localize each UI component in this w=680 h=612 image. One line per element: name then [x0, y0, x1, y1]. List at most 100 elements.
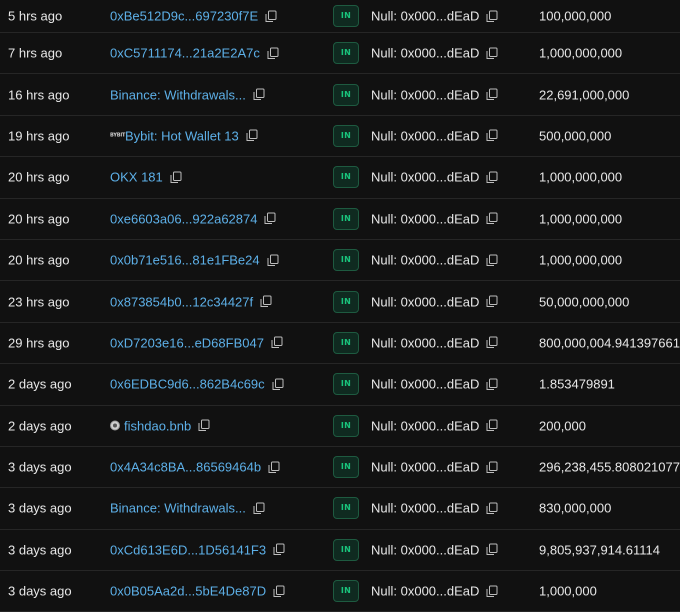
- age-cell: 3 days ago: [8, 459, 72, 475]
- copy-icon[interactable]: [264, 212, 276, 225]
- copy-icon[interactable]: [486, 585, 498, 597]
- from-address-link[interactable]: Bybit: Hot Wallet 13: [125, 128, 239, 143]
- quantity-cell: 500,000,000: [539, 128, 612, 144]
- copy-icon[interactable]: [486, 212, 498, 225]
- from-address-link[interactable]: 0xCd613E6D...1D56141F3: [110, 542, 266, 557]
- to-address: Null: 0x000...dEaD: [371, 169, 480, 185]
- in-badge: IN: [333, 538, 359, 561]
- to-cell: Null: 0x000...dEaD: [371, 87, 498, 102]
- in-badge: IN: [333, 497, 359, 520]
- token-transfers-table: 5 hrs ago 0xBe512D9c...697230f7E IN Null: 0…: [0, 0, 680, 612]
- copy-icon[interactable]: [486, 47, 498, 59]
- from-cell: BYBIT Bybit: Hot Wallet 13: [110, 128, 258, 143]
- copy-icon[interactable]: [486, 461, 498, 473]
- quantity-cell: 22,691,000,000: [539, 87, 630, 103]
- to-address: Null: 0x000...dEaD: [371, 418, 480, 434]
- copy-icon[interactable]: [486, 88, 498, 101]
- copy-icon[interactable]: [271, 336, 283, 349]
- table-row: 20 hrs ago 0x0b71e516...81e1FBe24 IN Null: …: [0, 240, 680, 282]
- copy-icon[interactable]: [260, 295, 272, 308]
- direction-cell: IN: [333, 207, 359, 230]
- copy-icon[interactable]: [272, 378, 284, 390]
- copy-icon[interactable]: [253, 502, 265, 514]
- copy-icon[interactable]: [246, 129, 258, 142]
- table-row: 29 hrs ago 0xD7203e16...eD68FB047 IN Null: …: [0, 323, 680, 365]
- copy-icon[interactable]: [267, 254, 279, 266]
- copy-icon[interactable]: [265, 10, 277, 22]
- from-cell: 0x873854b0...12c34427f: [110, 294, 272, 309]
- to-address: Null: 0x000...dEaD: [371, 583, 480, 599]
- to-cell: Null: 0x000...dEaD: [371, 46, 498, 61]
- to-address: Null: 0x000...dEaD: [371, 335, 480, 351]
- copy-icon[interactable]: [486, 129, 498, 142]
- table-row: 7 hrs ago 0xC5711174...21a2E2A7c IN Null: 0…: [0, 33, 680, 75]
- age-cell: 19 hrs ago: [8, 128, 70, 144]
- from-address-link[interactable]: 0x6EDBC9d6...862B4c69c: [110, 377, 265, 392]
- age-cell: 5 hrs ago: [8, 8, 63, 24]
- direction-cell: IN: [333, 249, 359, 272]
- from-address-link[interactable]: 0xD7203e16...eD68FB047: [110, 335, 264, 350]
- to-address: Null: 0x000...dEaD: [371, 459, 480, 475]
- in-badge: IN: [333, 124, 359, 147]
- table-row: 20 hrs ago 0xe6603a06...922a62874 IN Null: …: [0, 199, 680, 240]
- to-address: Null: 0x000...dEaD: [371, 211, 480, 227]
- copy-icon[interactable]: [273, 585, 285, 597]
- in-badge: IN: [333, 580, 359, 603]
- in-badge: IN: [333, 414, 359, 437]
- copy-icon[interactable]: [268, 461, 280, 473]
- to-address: Null: 0x000...dEaD: [371, 542, 480, 558]
- in-badge: IN: [333, 42, 359, 65]
- quantity-cell: 1,000,000,000: [539, 169, 623, 185]
- in-badge: IN: [333, 290, 359, 313]
- copy-icon[interactable]: [273, 543, 285, 556]
- direction-cell: IN: [333, 414, 359, 437]
- from-address-link[interactable]: 0x873854b0...12c34427f: [110, 294, 253, 309]
- copy-icon[interactable]: [198, 419, 210, 432]
- from-address-link[interactable]: 0xC5711174...21a2E2A7c: [110, 46, 260, 61]
- to-cell: Null: 0x000...dEaD: [371, 253, 498, 268]
- quantity-cell: 1,000,000,000: [539, 45, 623, 61]
- from-address-link[interactable]: 0xe6603a06...922a62874: [110, 211, 257, 226]
- to-address: Null: 0x000...dEaD: [371, 87, 480, 103]
- from-cell: Binance: Withdrawals...: [110, 87, 265, 102]
- in-badge: IN: [333, 166, 359, 189]
- copy-icon[interactable]: [486, 502, 498, 514]
- from-address-link[interactable]: fishdao.bnb: [124, 418, 191, 433]
- from-address-link[interactable]: 0x0b71e516...81e1FBe24: [110, 253, 260, 268]
- direction-cell: IN: [333, 456, 359, 479]
- copy-icon[interactable]: [486, 10, 498, 22]
- copy-icon[interactable]: [486, 254, 498, 266]
- copy-icon[interactable]: [486, 419, 498, 432]
- copy-icon[interactable]: [486, 295, 498, 308]
- age-cell: 3 days ago: [8, 583, 72, 599]
- from-address-link[interactable]: 0xBe512D9c...697230f7E: [110, 9, 258, 24]
- from-cell: fishdao.bnb: [110, 418, 210, 433]
- table-row: 3 days ago Binance: Withdrawals... IN Null:…: [0, 488, 680, 530]
- copy-icon[interactable]: [170, 171, 182, 183]
- to-address: Null: 0x000...dEaD: [371, 45, 480, 61]
- table-row: 19 hrs ago BYBIT Bybit: Hot Wallet 13 IN Nul…: [0, 116, 680, 158]
- direction-cell: IN: [333, 42, 359, 65]
- age-cell: 16 hrs ago: [8, 87, 70, 103]
- to-cell: Null: 0x000...dEaD: [371, 211, 498, 226]
- copy-icon[interactable]: [486, 336, 498, 349]
- copy-icon[interactable]: [486, 378, 498, 390]
- from-address-link[interactable]: Binance: Withdrawals...: [110, 501, 246, 516]
- copy-icon[interactable]: [486, 171, 498, 183]
- from-address-link[interactable]: 0x4A34c8BA...86569464b: [110, 460, 261, 475]
- from-cell: 0x0B05Aa2d...5bE4De87D: [110, 584, 285, 599]
- from-address-link[interactable]: 0x0B05Aa2d...5bE4De87D: [110, 584, 266, 599]
- to-address: Null: 0x000...dEaD: [371, 8, 480, 24]
- table-row: 16 hrs ago Binance: Withdrawals... IN Null:…: [0, 74, 680, 116]
- in-badge: IN: [333, 249, 359, 272]
- from-address-link[interactable]: Binance: Withdrawals...: [110, 87, 246, 102]
- direction-cell: IN: [333, 290, 359, 313]
- direction-cell: IN: [333, 83, 359, 106]
- to-cell: Null: 0x000...dEaD: [371, 335, 498, 350]
- age-cell: 7 hrs ago: [8, 45, 63, 61]
- copy-icon[interactable]: [267, 47, 279, 59]
- copy-icon[interactable]: [486, 543, 498, 556]
- from-address-link[interactable]: OKX 181: [110, 170, 163, 185]
- table-row: 5 hrs ago 0xBe512D9c...697230f7E IN Null: 0…: [0, 0, 680, 33]
- copy-icon[interactable]: [253, 88, 265, 101]
